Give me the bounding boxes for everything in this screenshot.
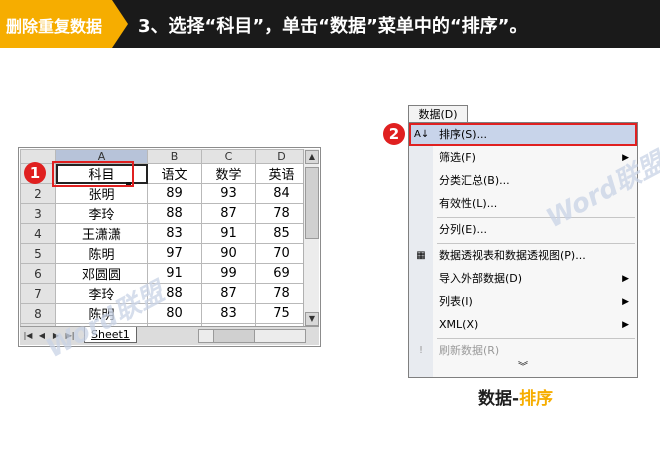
menu-item-label: 导入外部数据(D) [439, 272, 523, 285]
cell[interactable]: 87 [201, 203, 256, 224]
step-instruction: 3、选择“科目”，单击“数据”菜单中的“排序”。 [138, 16, 528, 37]
topic-badge-label: 删除重复数据 [6, 17, 103, 36]
cell[interactable]: 90 [201, 243, 256, 264]
cell[interactable]: 87 [201, 283, 256, 304]
table-row: 5 陈明 97 90 70 [20, 243, 308, 264]
cell[interactable]: 70 [255, 243, 308, 264]
column-header-d[interactable]: D [255, 149, 308, 164]
column-header-b[interactable]: B [147, 149, 202, 164]
table-row: 3 李玲 88 87 78 [20, 203, 308, 224]
cell[interactable]: 85 [255, 223, 308, 244]
cell[interactable]: 69 [255, 263, 308, 284]
cell[interactable]: 78 [255, 203, 308, 224]
menu-item-xml[interactable]: XML(X) ▶ [409, 314, 637, 336]
menu-item-label: 数据透视表和数据透视图(P)... [439, 249, 586, 262]
row-header[interactable]: 3 [20, 203, 56, 224]
menu-item-label: 分列(E)... [439, 223, 488, 236]
pivot-table-icon: ▦ [416, 250, 426, 261]
row-header[interactable]: 4 [20, 223, 56, 244]
step-marker-2: 2 [383, 123, 405, 145]
cell[interactable]: 数学 [201, 163, 256, 184]
scroll-thumb[interactable] [305, 167, 319, 239]
expand-menu-chevron-icon[interactable]: ︾ [409, 360, 637, 376]
cell[interactable]: 李玲 [55, 203, 148, 224]
menu-item-text-to-columns[interactable]: 分列(E)... [409, 219, 637, 241]
scroll-up-icon[interactable]: ▲ [305, 150, 319, 164]
scroll-down-icon[interactable]: ▼ [305, 312, 319, 326]
select-all-corner[interactable] [20, 149, 56, 164]
table-row: 6 邓圆圆 91 99 69 [20, 263, 308, 284]
row-header[interactable]: 7 [20, 283, 56, 304]
menu-separator [437, 338, 635, 339]
menu-separator [437, 243, 635, 244]
cell[interactable]: 78 [255, 283, 308, 304]
highlight-box-subject [52, 161, 134, 187]
menu-item-label: XML(X) [439, 318, 479, 331]
cell[interactable]: 语文 [147, 163, 202, 184]
refresh-icon: ! [418, 345, 423, 356]
submenu-arrow-icon: ▶ [622, 297, 629, 307]
first-sheet-icon[interactable]: |◀ [23, 330, 33, 342]
row-header[interactable]: 8 [20, 303, 56, 324]
cell[interactable]: 84 [255, 183, 308, 204]
submenu-arrow-icon: ▶ [622, 274, 629, 284]
cell[interactable]: 陈明 [55, 243, 148, 264]
topic-badge: 删除重复数据 [0, 0, 128, 48]
caption: 数据-排序 [478, 384, 553, 409]
cell[interactable]: 99 [201, 263, 256, 284]
cell[interactable]: 83 [201, 303, 256, 324]
menu-item-label: 分类汇总(B)... [439, 174, 510, 187]
cell[interactable]: 83 [147, 223, 202, 244]
menu-item-import-external-data[interactable]: 导入外部数据(D) ▶ [409, 268, 637, 290]
menu-item-label: 筛选(F) [439, 151, 476, 164]
cell[interactable]: 97 [147, 243, 202, 264]
horizontal-scroll-thumb[interactable] [213, 330, 255, 342]
horizontal-scrollbar[interactable] [198, 329, 306, 343]
cell[interactable]: 王潇潇 [55, 223, 148, 244]
cell[interactable]: 89 [147, 183, 202, 204]
menu-item-refresh-data: ! 刷新数据(R) [409, 340, 637, 362]
menu-separator [437, 217, 635, 218]
menu-item-label: 刷新数据(R) [439, 344, 500, 357]
data-dropdown-menu: A↓ 排序(S)... 筛选(F) ▶ 分类汇总(B)... 有效性(L)...… [408, 122, 638, 378]
menu-item-list[interactable]: 列表(I) ▶ [409, 291, 637, 313]
menu-item-label: 列表(I) [439, 295, 473, 308]
column-header-c[interactable]: C [201, 149, 256, 164]
step-marker-1: 1 [24, 162, 46, 184]
menu-item-label: 有效性(L)... [439, 197, 498, 210]
submenu-arrow-icon: ▶ [622, 320, 629, 330]
vertical-scrollbar[interactable]: ▲ ▼ [303, 149, 319, 327]
row-header[interactable]: 6 [20, 263, 56, 284]
cell[interactable]: 英语 [255, 163, 308, 184]
cell[interactable]: 88 [147, 203, 202, 224]
table-row: 4 王潇潇 83 91 85 [20, 223, 308, 244]
cell[interactable]: 75 [255, 303, 308, 324]
cell[interactable]: 93 [201, 183, 256, 204]
row-header[interactable]: 2 [20, 183, 56, 204]
top-banner: 删除重复数据 3、选择“科目”，单击“数据”菜单中的“排序”。 [0, 0, 660, 48]
row-header[interactable]: 5 [20, 243, 56, 264]
menu-item-pivot-table[interactable]: ▦ 数据透视表和数据透视图(P)... [409, 245, 637, 267]
cell[interactable]: 91 [201, 223, 256, 244]
caption-main: 数据- [478, 389, 520, 409]
caption-accent: 排序 [519, 389, 554, 409]
menu-item-filter[interactable]: 筛选(F) ▶ [409, 147, 637, 169]
highlight-box-sort [409, 123, 637, 146]
